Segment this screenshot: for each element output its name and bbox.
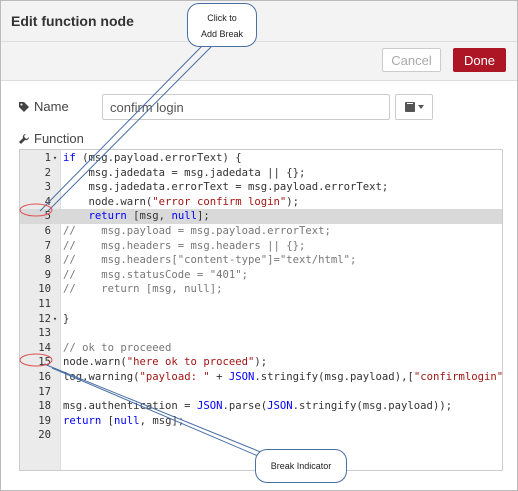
line-number[interactable]: 18 [20, 399, 51, 414]
line-number[interactable]: 8 [20, 253, 51, 268]
code-text: // return [msg, null]; [63, 283, 223, 296]
code-text: // msg.statusCode = "401"; [63, 268, 248, 281]
code-text: node.warn("error confirm login"); [63, 195, 300, 208]
dialog-title: Edit function node [11, 13, 134, 29]
code-text: } [63, 312, 70, 325]
code-line-10[interactable]: 10 // return [msg, null]; [20, 282, 502, 297]
code-line-2[interactable]: 2 msg.jadedata = msg.jadedata || {}; [20, 166, 502, 181]
code-line-15[interactable]: 15 node.warn("here ok to proceed"); [20, 355, 502, 370]
line-number[interactable]: 12 [20, 312, 51, 327]
done-button[interactable]: Done [453, 48, 506, 72]
dialog-title-bar: Edit function node [1, 1, 517, 42]
code-text: node.warn("here ok to proceed"); [63, 356, 268, 369]
name-input[interactable]: confirm login [102, 94, 390, 120]
line-number[interactable]: 9 [20, 268, 51, 283]
code-line-1[interactable]: 1 ▾ if (msg.payload.errorText) { [20, 151, 502, 166]
line-number[interactable]: 4 [20, 195, 51, 210]
line-number[interactable]: 7 [20, 239, 51, 254]
code-text: msg.jadedata.errorText = msg.payload.err… [63, 181, 389, 194]
line-number[interactable]: 10 [20, 282, 51, 297]
code-text: msg.authentication = JSON.parse(JSON.str… [63, 400, 453, 413]
break-indicator-text: Break Indicator [270, 461, 332, 471]
break-indicator-callout: Break Indicator [255, 449, 347, 483]
line-number[interactable]: 11 [20, 297, 51, 312]
code-line-14[interactable]: 14 // ok to proceeed [20, 341, 502, 356]
function-label-row: Function [18, 131, 84, 146]
line-number[interactable]: 2 [20, 166, 51, 181]
name-label-row: Name [18, 99, 69, 114]
code-text: if (msg.payload.errorText) { [63, 152, 242, 164]
line-number[interactable]: 3 [20, 180, 51, 195]
code-text: // msg.headers["content-type"]="text/htm… [63, 254, 357, 267]
code-line-20[interactable]: 20 [20, 428, 502, 443]
code-line-13[interactable]: 13 [20, 326, 502, 341]
line-number[interactable]: 15 [20, 355, 51, 370]
code-line-8[interactable]: 8 // msg.headers["content-type"]="text/ht… [20, 253, 502, 268]
book-icon [405, 102, 424, 112]
tag-icon [19, 101, 29, 112]
code-line-11[interactable]: 11 [20, 297, 502, 312]
code-line-12[interactable]: 12 ▾} [20, 312, 502, 327]
fold-toggle-icon[interactable]: ▾ [51, 151, 59, 166]
line-number[interactable]: 14 [20, 341, 51, 356]
click-to-add-break-text: Click to Add Break [200, 13, 244, 39]
code-line-18[interactable]: 18 msg.authentication = JSON.parse(JSON.s… [20, 399, 502, 414]
code-line-19[interactable]: 19 return [null, msg]; [20, 414, 502, 429]
line-number[interactable]: 6 [20, 224, 51, 239]
code-line-6[interactable]: 6 // msg.payload = msg.payload.errorText; [20, 224, 502, 239]
library-button[interactable] [395, 94, 433, 120]
code-lines: 1 ▾ if (msg.payload.errorText) {2 msg.jade… [20, 151, 503, 443]
code-line-3[interactable]: 3 msg.jadedata.errorText = msg.payload.e… [20, 180, 502, 195]
line-number[interactable]: 13 [20, 326, 51, 341]
click-to-add-break-callout: Click to Add Break [187, 3, 257, 47]
code-text: log.warning("payload: " + JSON.stringify… [63, 370, 503, 383]
code-line-9[interactable]: 9 // msg.statusCode = "401"; [20, 268, 502, 283]
wrench-icon [19, 133, 30, 144]
code-text: // msg.payload = msg.payload.errorText; [63, 224, 331, 237]
code-line-7[interactable]: 7 // msg.headers = msg.headers || {}; [20, 239, 502, 254]
code-text: return [null, msg]; [63, 414, 185, 427]
line-number[interactable]: 17 [20, 385, 51, 400]
code-line-5[interactable]: 5 return [msg, null]; [20, 209, 502, 224]
line-number[interactable]: 20 [20, 428, 51, 443]
fold-toggle-icon[interactable]: ▾ [51, 312, 59, 327]
code-text: return [msg, null]; [88, 210, 210, 223]
code-line-17[interactable]: 17 [20, 385, 502, 400]
cancel-button[interactable]: Cancel [382, 48, 441, 72]
edit-function-dialog: Edit function node Cancel Done Name conf… [0, 0, 518, 491]
code-text: // msg.headers = msg.headers || {}; [63, 239, 306, 252]
line-number[interactable]: 16 [20, 370, 51, 385]
line-number[interactable]: 1 [20, 151, 51, 166]
line-number[interactable]: 5 [20, 209, 51, 224]
name-label: Name [34, 99, 69, 114]
code-line-16[interactable]: 16 log.warning("payload: " + JSON.stringi… [20, 370, 503, 385]
function-label: Function [34, 131, 84, 146]
code-line-4[interactable]: 4 node.warn("error confirm login"); [20, 195, 502, 210]
code-text: // ok to proceeed [63, 341, 172, 354]
line-number[interactable]: 19 [20, 414, 51, 429]
code-editor[interactable]: 1 ▾ if (msg.payload.errorText) {2 msg.jade… [19, 149, 503, 471]
code-text: msg.jadedata = msg.jadedata || {}; [63, 166, 306, 179]
